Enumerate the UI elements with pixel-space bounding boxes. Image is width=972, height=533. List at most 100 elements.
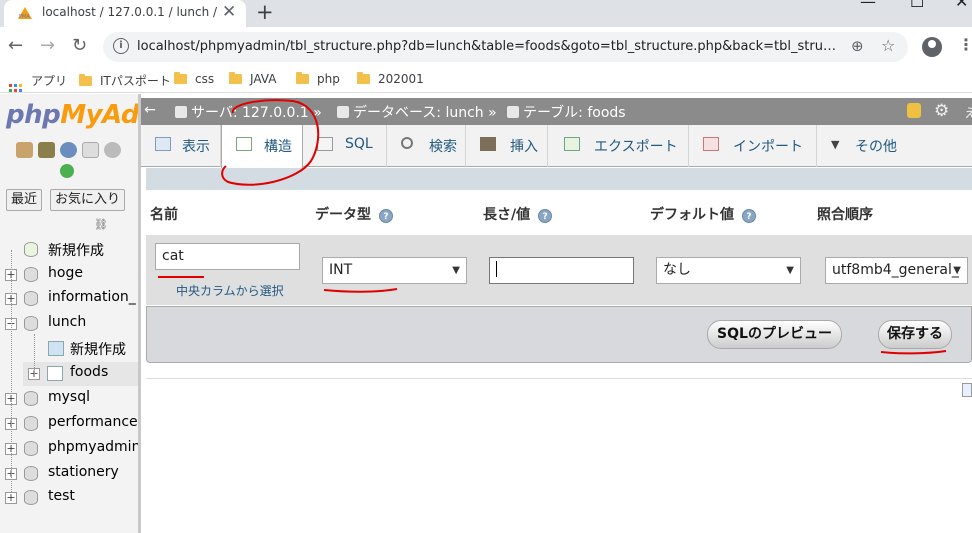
column-header-label: デフォルト値	[650, 207, 734, 223]
help-icon[interactable]	[60, 142, 77, 158]
profile-avatar-icon[interactable]	[922, 37, 942, 57]
help-icon[interactable]: ?	[379, 209, 393, 223]
bookmark-php[interactable]: php	[296, 72, 340, 86]
page-settings-icon[interactable]	[962, 383, 972, 397]
gear-icon[interactable]: ⚙	[934, 101, 949, 121]
expand-icon[interactable]: +	[5, 492, 17, 504]
browser-tab-strip: PMA localhost / 127.0.0.1 / lunch / foo …	[0, 0, 972, 27]
column-name-input[interactable]: cat	[155, 243, 300, 270]
window-maximize-button[interactable]: ☐	[910, 0, 924, 11]
window-close-button[interactable]: ✕	[955, 0, 968, 11]
tree-item-phpmyadmin[interactable]: + phpmyadmin	[0, 437, 138, 461]
tab-label: SQL	[345, 136, 373, 152]
form-footer	[146, 306, 972, 363]
lock-icon[interactable]	[907, 103, 921, 118]
bookmark-itpassport[interactable]: ITパスポート	[79, 72, 171, 89]
tree-item-new[interactable]: 新規作成	[0, 238, 138, 262]
tab-more[interactable]: ▼ その他	[817, 125, 907, 167]
table-header-band	[146, 168, 972, 190]
browser-tab[interactable]: PMA localhost / 127.0.0.1 / lunch / foo …	[4, 0, 246, 27]
tree-item-foods[interactable]: + foods	[23, 362, 138, 386]
browser-menu-icon[interactable]: ⋮	[958, 35, 972, 54]
bookmark-label: JAVA	[250, 72, 277, 86]
url-text[interactable]: localhost/phpmyadmin/tbl_structure.php?d…	[137, 39, 839, 54]
tab-search[interactable]: 検索	[387, 125, 466, 167]
tab-import[interactable]: インポート	[689, 125, 817, 167]
tree-item-mysql[interactable]: + mysql	[0, 387, 138, 411]
help-icon[interactable]: ?	[742, 209, 756, 223]
site-info-icon[interactable]: i	[113, 38, 129, 54]
gear-icon[interactable]	[104, 142, 121, 158]
zoom-icon[interactable]: ⊕	[851, 37, 864, 55]
default-select-value: なし	[663, 262, 691, 278]
tab-label: その他	[855, 139, 897, 155]
database-icon	[337, 106, 349, 118]
bookmark-java[interactable]: JAVA	[229, 72, 276, 86]
tree-item-hoge[interactable]: + hoge	[0, 263, 138, 287]
tree-item-lunch[interactable]: − lunch	[0, 312, 138, 336]
nav-icon-row	[16, 142, 126, 160]
tab-insert[interactable]: 挿入	[466, 125, 548, 167]
breadcrumb-database[interactable]: データベース: lunch »	[337, 102, 497, 122]
bookmark-css[interactable]: css	[174, 72, 214, 86]
tab-close-icon[interactable]: ✕	[222, 2, 236, 22]
logo-text-php: php	[6, 100, 61, 130]
browse-icon	[155, 137, 171, 151]
forward-arrow-icon[interactable]: →	[40, 35, 55, 56]
type-select[interactable]: INT ▼	[322, 257, 467, 284]
breadcrumb-server[interactable]: サーバ: 127.0.0.1 »	[175, 102, 322, 122]
tree-item-information-schema[interactable]: + information_	[0, 287, 138, 311]
window-minimize-button[interactable]: —	[860, 0, 876, 11]
tree-item-performance[interactable]: + performance	[0, 412, 138, 436]
tab-structure[interactable]: 構造	[221, 125, 303, 168]
breadcrumb: ← サーバ: 127.0.0.1 » データベース: lunch » テーブル:…	[141, 98, 972, 125]
home-icon[interactable]	[16, 142, 33, 158]
structure-icon	[236, 137, 252, 151]
phpmyadmin-logo[interactable]: phpMyAd	[6, 100, 139, 130]
reload-icon[interactable]: ↻	[72, 35, 87, 56]
tab-label: 検索	[429, 139, 457, 155]
tree-item-test[interactable]: + test	[0, 486, 138, 510]
new-tab-button[interactable]: +	[256, 0, 274, 24]
new-database-icon	[24, 242, 38, 257]
favorites-button[interactable]: お気に入り	[50, 189, 126, 211]
logout-icon[interactable]	[38, 142, 55, 158]
tree-item-new-table[interactable]: 新規作成	[0, 337, 138, 361]
tab-export[interactable]: エクスポート	[548, 125, 689, 167]
link-chain-icon[interactable]: ⛓	[94, 218, 108, 231]
table-icon	[507, 106, 519, 118]
divider	[146, 378, 972, 379]
central-columns-link[interactable]: 中央カラムから選択	[176, 282, 284, 299]
docs-icon[interactable]	[82, 142, 99, 158]
save-button[interactable]: 保存する	[878, 320, 952, 349]
bookmark-202001[interactable]: 202001	[357, 72, 424, 86]
address-bar[interactable]: i localhost/phpmyadmin/tbl_structure.php…	[103, 32, 908, 62]
bookmarks-bar: アプリ ITパスポート css JAVA php 202001	[0, 67, 972, 97]
folder-icon	[296, 72, 309, 84]
folder-icon	[174, 72, 187, 84]
tab-browse[interactable]: 表示	[141, 125, 221, 167]
back-arrow-icon[interactable]: ←	[8, 35, 23, 56]
help-icon[interactable]: ?	[538, 209, 553, 223]
bookmark-label: php	[317, 72, 340, 86]
length-input[interactable]	[489, 257, 634, 284]
reload-navigation-icon[interactable]	[60, 164, 74, 178]
sql-preview-button[interactable]: SQLのプレビュー	[707, 320, 842, 349]
text-caret	[496, 261, 497, 277]
collapse-nav-arrow-icon[interactable]: ←	[141, 98, 159, 125]
database-icon	[24, 490, 38, 505]
pma-navigation-panel: phpMyAd 最近 お気に入り ⛓ 新規作成 + hoge + informa…	[0, 94, 139, 533]
breadcrumb-table[interactable]: テーブル: foods	[507, 102, 626, 122]
default-select[interactable]: なし ▼	[656, 257, 801, 284]
tree-item-stationery[interactable]: + stationery	[0, 462, 138, 486]
folder-icon	[229, 72, 242, 84]
bookmark-star-icon[interactable]: ☆	[881, 36, 895, 55]
insert-icon	[480, 137, 496, 151]
recent-button[interactable]: 最近	[6, 189, 43, 211]
database-icon	[24, 441, 38, 456]
collation-select[interactable]: utf8mb4_general_ ▼	[825, 257, 968, 284]
breadcrumb-database-label: データベース: lunch »	[353, 105, 497, 121]
dropdown-arrow-icon: ▼	[452, 265, 460, 276]
tab-sql[interactable]: SQL	[303, 125, 387, 167]
console-icon[interactable]: ぇ	[963, 101, 972, 122]
